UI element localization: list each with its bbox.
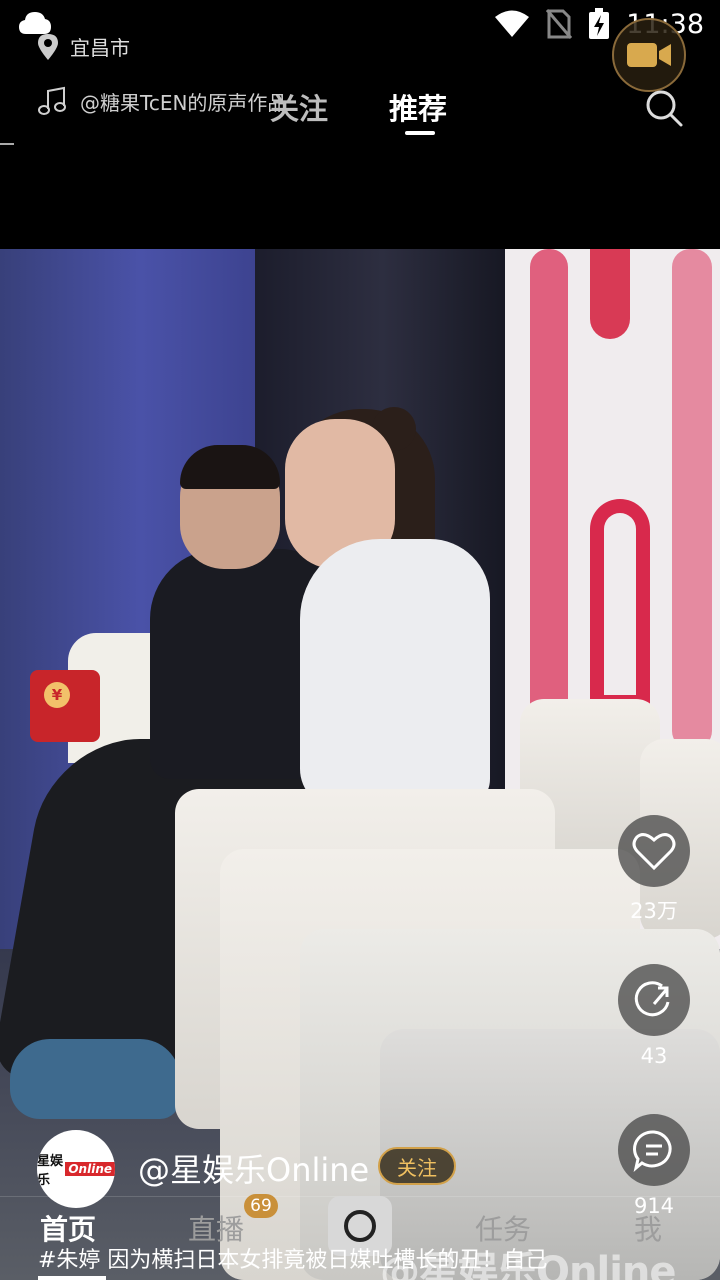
- music-note-icon: [38, 86, 66, 115]
- battery-charging-icon: [589, 8, 610, 39]
- avatar-logo-tag: Online: [65, 1162, 115, 1176]
- shoe: [10, 1039, 180, 1119]
- comment-button[interactable]: [618, 1114, 690, 1186]
- heart-icon: [632, 833, 676, 871]
- wifi-icon: [495, 10, 530, 37]
- search-button[interactable]: [644, 88, 684, 132]
- red-packet-button[interactable]: ¥: [30, 670, 100, 742]
- no-sim-icon: [546, 9, 573, 39]
- divider: [0, 143, 14, 145]
- video-camera-icon: [627, 43, 671, 67]
- poster-shape: [590, 499, 650, 709]
- author-name[interactable]: @星娱乐Online: [138, 1145, 369, 1191]
- poster-shape: [672, 249, 712, 749]
- video-player[interactable]: @星娱乐Online: [0, 249, 720, 1280]
- music-label: @糖果TcEN的原声作品: [80, 90, 288, 115]
- poster-shape: [590, 249, 630, 339]
- active-tab-indicator: [405, 131, 435, 135]
- avatar-logo-text: 星娱乐: [37, 1154, 64, 1188]
- share-action[interactable]: 43: [618, 964, 690, 1068]
- music-marquee[interactable]: @糖果TcEN的原声作品: [38, 86, 287, 116]
- yuan-coin-icon: ¥: [44, 682, 70, 708]
- camera-icon: [344, 1210, 376, 1242]
- location-label: 宜昌市: [70, 36, 130, 60]
- like-action[interactable]: 23万: [618, 815, 690, 925]
- nav-me[interactable]: 我: [634, 1208, 662, 1248]
- caption-progress: [38, 1276, 106, 1280]
- follow-button[interactable]: 关注: [378, 1147, 456, 1185]
- share-count: 43: [640, 1044, 668, 1068]
- live-badge: 69: [244, 1194, 278, 1218]
- share-button[interactable]: [618, 964, 690, 1036]
- record-video-button[interactable]: [612, 18, 686, 92]
- like-button[interactable]: [618, 815, 690, 887]
- location-pin-icon: [38, 33, 58, 60]
- location-tag[interactable]: 宜昌市: [36, 32, 130, 61]
- tab-follow[interactable]: 关注: [270, 86, 328, 128]
- video-caption[interactable]: #朱婷 因为横扫日本女排竟被日媒吐槽长的丑！自己: [38, 1242, 547, 1274]
- person-body: [300, 539, 490, 809]
- comment-icon: [633, 1130, 672, 1172]
- like-count: 23万: [630, 899, 678, 923]
- comment-action[interactable]: 914: [618, 1114, 690, 1218]
- share-icon: [634, 981, 670, 1017]
- search-icon: [646, 90, 683, 127]
- tab-recommend[interactable]: 推荐: [389, 86, 447, 128]
